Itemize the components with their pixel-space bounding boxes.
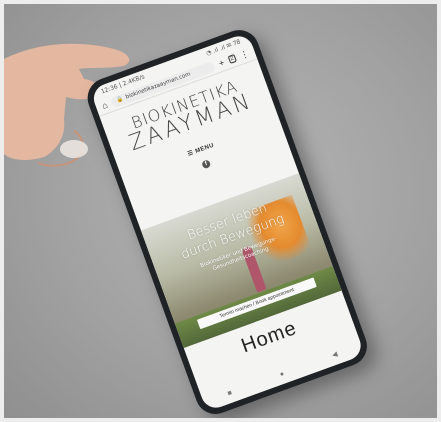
- hamburger-icon: ☰: [187, 150, 195, 158]
- hero-text: Besser leben durch Bewegung Biokinetiker…: [146, 186, 321, 292]
- browser-menu-icon[interactable]: ⋮: [238, 48, 250, 60]
- home-button[interactable]: ●: [279, 370, 285, 378]
- back-button[interactable]: ◀: [331, 350, 338, 359]
- recents-button[interactable]: ■: [227, 389, 233, 397]
- facebook-icon[interactable]: f: [201, 159, 212, 170]
- phone-screen: 12:36 | 2.4KB/s ◔ .ıl .ıl ✉ 78 ⌂ 🔒 bioki…: [89, 32, 365, 412]
- smartphone: 12:36 | 2.4KB/s ◔ .ıl .ıl ✉ 78 ⌂ 🔒 bioki…: [82, 24, 373, 418]
- new-tab-button[interactable]: +: [217, 57, 225, 68]
- lock-icon: 🔒: [115, 95, 125, 104]
- tab-count-button[interactable]: 2: [227, 54, 237, 65]
- photo-frame: 12:36 | 2.4KB/s ◔ .ıl .ıl ✉ 78 ⌂ 🔒 bioki…: [4, 4, 437, 418]
- menu-label: MENU: [194, 142, 216, 155]
- home-icon[interactable]: ⌂: [100, 99, 109, 110]
